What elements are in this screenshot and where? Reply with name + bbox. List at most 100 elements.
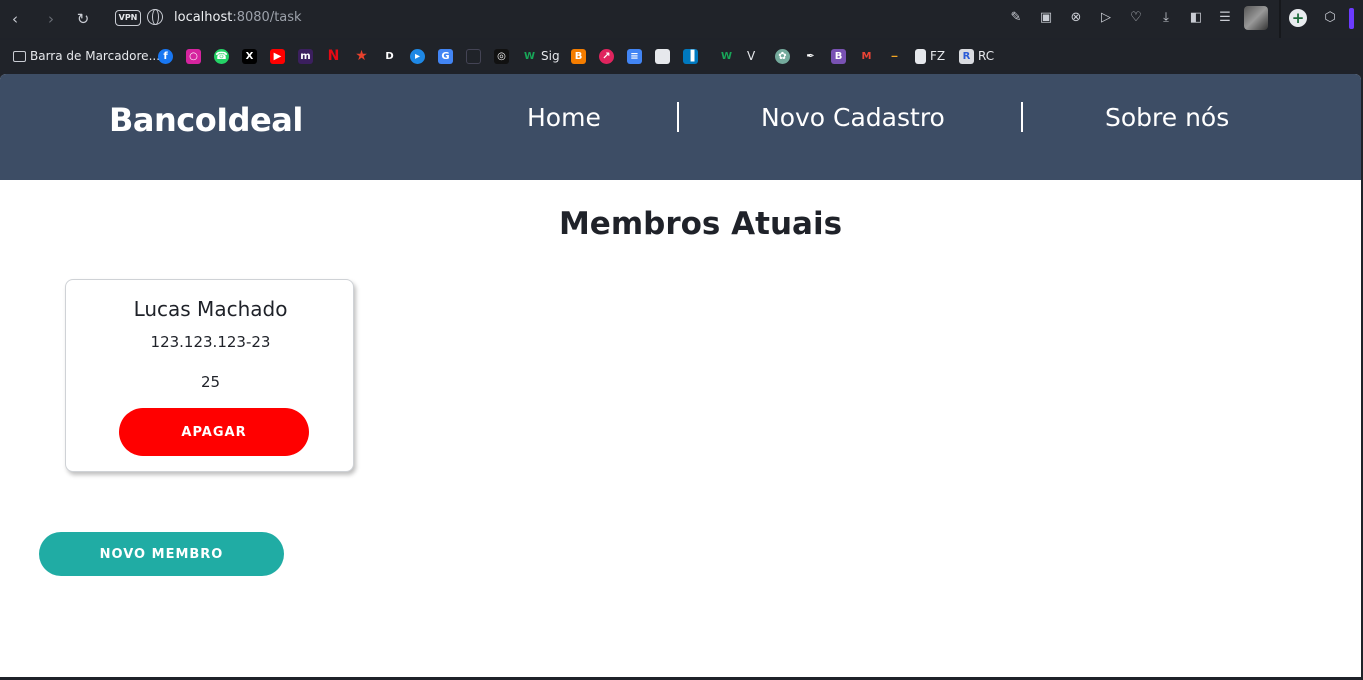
url-path: :8080/task xyxy=(232,10,302,25)
chatgpt-icon: ✿ xyxy=(775,48,790,64)
page-title: Membros Atuais xyxy=(558,206,843,242)
w-icon: W xyxy=(720,50,733,62)
bookmark-sig[interactable]: W Sig xyxy=(522,48,560,64)
instagram-icon: ○ xyxy=(186,48,201,64)
page-viewport: BancoIdeal Home Novo Cadastro Sobre nós … xyxy=(0,74,1361,677)
nav-home[interactable]: Home xyxy=(527,103,601,132)
bookmark-trello[interactable]: ▐ xyxy=(683,48,702,64)
camera-icon[interactable]: ▣ xyxy=(1037,9,1055,27)
bookmark-v[interactable]: V xyxy=(747,48,755,64)
whatsapp-icon: ☎ xyxy=(214,48,229,64)
file-icon xyxy=(655,48,670,64)
bookmark-rocket[interactable]: ↗ xyxy=(599,48,618,64)
bookmark-rc-label: RC xyxy=(978,49,995,63)
bookmark-folder[interactable]: Barra de Marcadore... xyxy=(13,48,160,64)
facebook-icon: f xyxy=(158,48,173,64)
bookmark-sig-label: Sig xyxy=(541,49,560,63)
blogger-icon: B xyxy=(571,48,586,64)
trello-icon: ▐ xyxy=(683,48,698,64)
x-icon: X xyxy=(242,48,257,64)
reload-icon[interactable]: ↻ xyxy=(72,8,94,30)
feather-icon: ✒ xyxy=(806,50,815,62)
sig-w-icon: W xyxy=(523,50,536,62)
delete-member-button[interactable]: APAGAR xyxy=(119,408,309,456)
bookmark-v-label: V xyxy=(747,49,756,63)
rocket-icon: ↗ xyxy=(599,48,614,64)
folder-icon xyxy=(13,50,26,62)
globe-icon[interactable] xyxy=(147,9,163,25)
bookmark-blogger[interactable]: B xyxy=(571,48,590,64)
m-app-icon: m xyxy=(298,48,313,64)
disney-icon: D xyxy=(385,50,394,62)
bookmark-netflix[interactable]: N xyxy=(326,48,345,64)
docs-icon: ≡ xyxy=(627,48,642,64)
bookmark-fz-label: FZ xyxy=(930,49,946,63)
address-bar[interactable]: localhost:8080/task xyxy=(174,10,302,25)
bookmark-whatsapp[interactable]: ☎ xyxy=(214,48,233,64)
bookmark-feather[interactable]: ✒ xyxy=(803,48,822,64)
cube-icon[interactable]: ⬡ xyxy=(1321,9,1339,27)
vpn-badge[interactable]: VPN xyxy=(115,10,141,26)
download-icon[interactable]: ⤓ xyxy=(1157,9,1175,27)
profile-avatar[interactable] xyxy=(1244,6,1268,30)
brand-logo[interactable]: BancoIdeal xyxy=(109,101,303,139)
gmail-icon: M xyxy=(861,50,872,62)
bookmark-disney[interactable]: D xyxy=(382,48,401,64)
swoosh-icon: ‒ xyxy=(891,50,898,62)
toolbar-divider xyxy=(1279,0,1281,38)
bookmark-play[interactable]: ▸ xyxy=(410,48,429,64)
site-header: BancoIdeal Home Novo Cadastro Sobre nós xyxy=(0,74,1361,180)
member-card: Lucas Machado 123.123.123-23 25 APAGAR xyxy=(65,279,354,472)
add-icon[interactable]: + xyxy=(1289,9,1307,27)
bookmark-youtube[interactable]: ▶ xyxy=(270,48,289,64)
bookmark-doc[interactable] xyxy=(466,48,485,64)
nav-novo-cadastro[interactable]: Novo Cadastro xyxy=(761,103,945,132)
edit-icon[interactable]: ✎ xyxy=(1007,9,1025,27)
bookmark-target[interactable]: ◎ xyxy=(494,48,513,64)
bookmark-folder-label: Barra de Marcadore... xyxy=(30,49,161,63)
netflix-icon: N xyxy=(327,47,340,64)
member-name: Lucas Machado xyxy=(133,297,288,321)
play-icon: ▸ xyxy=(410,48,425,64)
target-icon: ◎ xyxy=(494,48,509,64)
shield-icon[interactable]: ⊗ xyxy=(1067,9,1085,27)
heart-icon[interactable]: ♡ xyxy=(1127,9,1145,27)
member-cpf: 123.123.123-23 xyxy=(150,333,271,351)
bookmark-star[interactable]: ★ xyxy=(354,48,373,64)
bookmark-swoosh[interactable]: ‒ xyxy=(887,48,906,64)
bookmark-bootstrap[interactable]: B xyxy=(831,48,850,64)
nav-divider xyxy=(1021,102,1023,132)
bookmark-instagram[interactable]: ○ xyxy=(186,48,205,64)
bookmark-m[interactable]: m xyxy=(298,48,317,64)
menu-icon[interactable]: ☰ xyxy=(1216,9,1234,27)
sidebar-toggle-icon[interactable]: ◧ xyxy=(1187,9,1205,27)
bookmark-rc[interactable]: R RC xyxy=(959,48,994,64)
member-age: 25 xyxy=(200,373,221,391)
bookmark-chatgpt[interactable]: ✿ xyxy=(775,48,794,64)
bookmark-translate[interactable]: G xyxy=(438,48,457,64)
rc-icon: R xyxy=(959,48,974,64)
sidebar-accent xyxy=(1349,8,1354,29)
bookmark-docs[interactable]: ≡ xyxy=(627,48,646,64)
bookmark-file[interactable] xyxy=(655,48,674,64)
bootstrap-icon: B xyxy=(831,48,846,64)
file-fz-icon xyxy=(915,48,926,64)
bookmark-x[interactable]: X xyxy=(242,48,261,64)
bookmark-gmail[interactable]: M xyxy=(859,48,878,64)
translate-icon: G xyxy=(438,48,453,64)
bookmark-w[interactable]: W xyxy=(719,48,738,64)
bookmark-facebook[interactable]: f xyxy=(158,48,177,64)
nav-sobre-nos[interactable]: Sobre nós xyxy=(1105,103,1229,132)
new-member-button[interactable]: NOVO MEMBRO xyxy=(39,532,284,576)
bookmarks-bar: Barra de Marcadore... f ○ ☎ X ▶ m N ★ D … xyxy=(0,40,1363,70)
star-icon: ★ xyxy=(355,47,368,64)
forward-icon[interactable]: › xyxy=(40,8,62,30)
url-host: localhost xyxy=(174,10,233,25)
bookmark-fz[interactable]: FZ xyxy=(915,48,945,64)
back-icon[interactable]: ‹ xyxy=(4,8,26,30)
browser-toolbar: ‹ › ↻ VPN localhost:8080/task ✎ ▣ ⊗ ▷ ♡ … xyxy=(0,0,1363,38)
send-icon[interactable]: ▷ xyxy=(1097,9,1115,27)
youtube-icon: ▶ xyxy=(270,48,285,64)
doc-outline-icon xyxy=(466,48,481,64)
nav-divider xyxy=(677,102,679,132)
